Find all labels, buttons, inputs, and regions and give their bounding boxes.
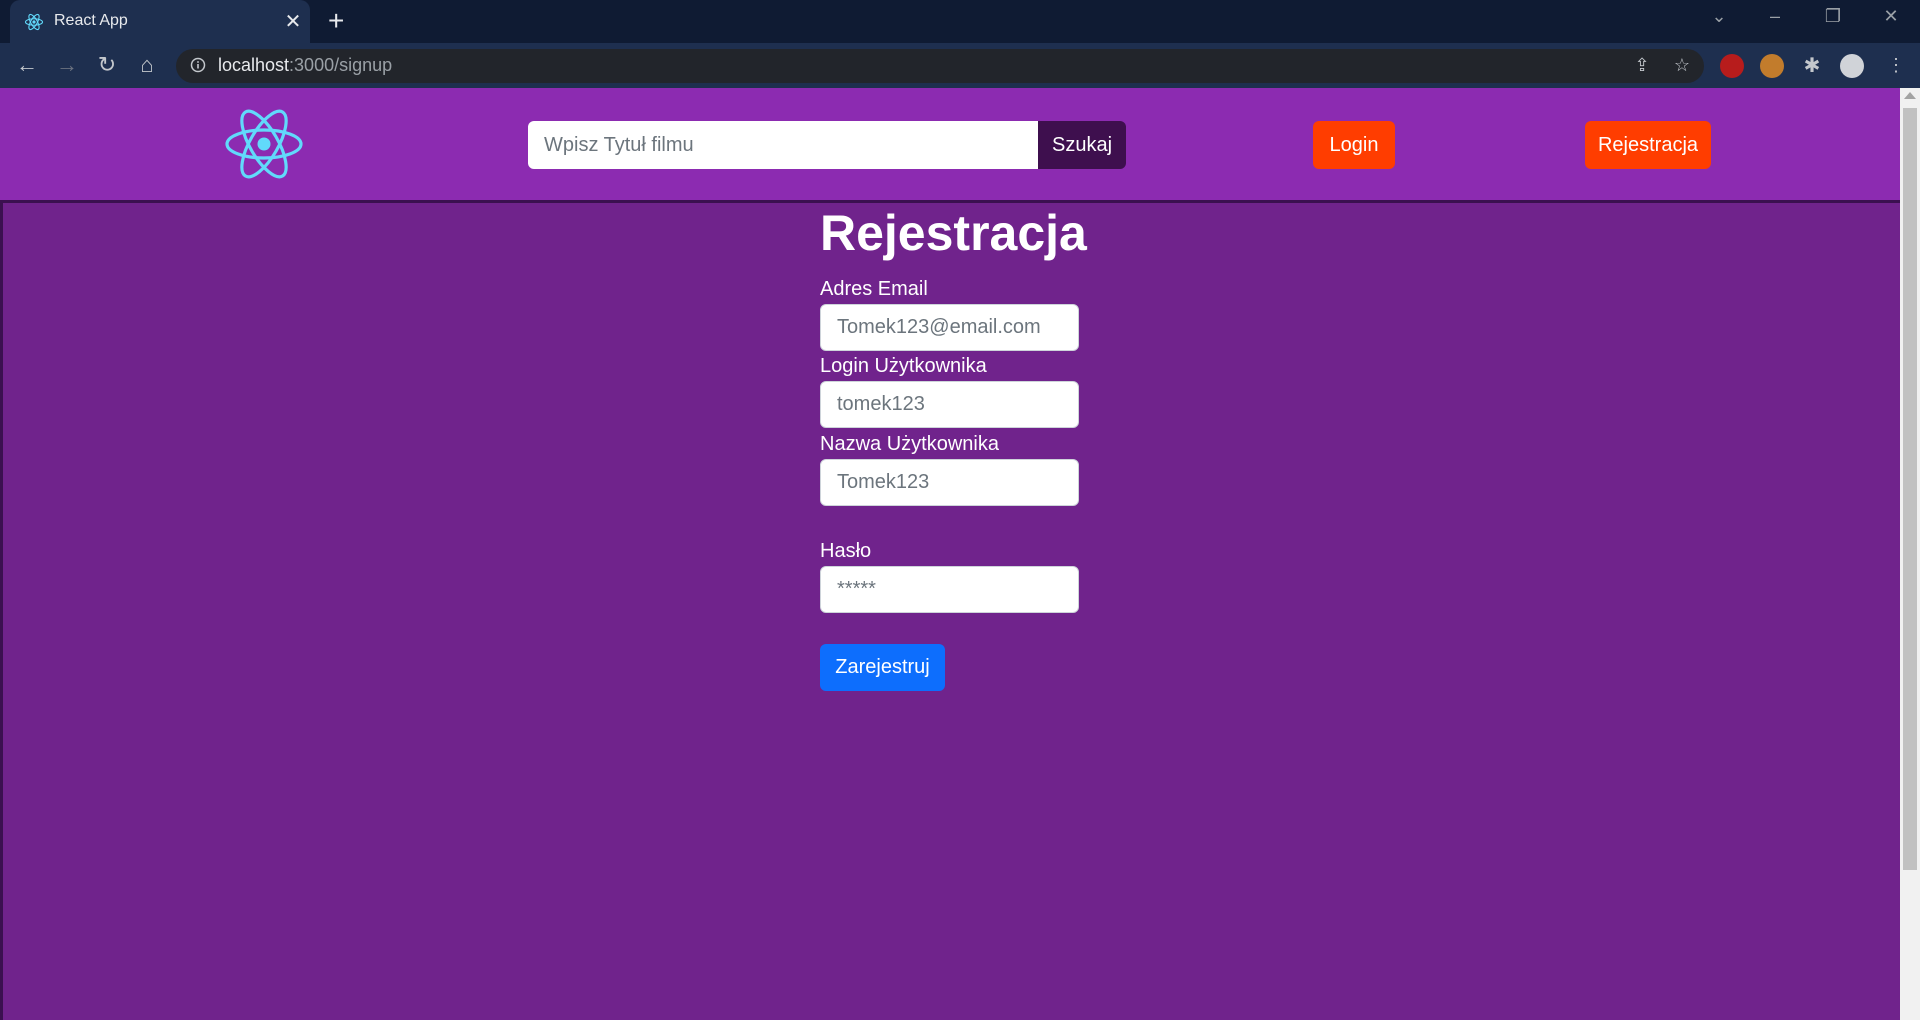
tab-search-icon[interactable]: ⌄ xyxy=(1704,6,1734,27)
password-label: Hasło xyxy=(820,540,872,562)
menu-icon[interactable]: ⋮ xyxy=(1884,55,1908,76)
ublock-extension-icon[interactable] xyxy=(1720,54,1744,78)
email-field[interactable] xyxy=(820,304,1079,351)
email-label: Adres Email xyxy=(820,278,928,300)
address-bar[interactable] xyxy=(176,49,1704,83)
star-icon[interactable]: ☆ xyxy=(1670,55,1694,76)
username-label: Nazwa Użytkownika xyxy=(820,433,999,455)
info-icon[interactable] xyxy=(190,57,206,73)
page-frame-border xyxy=(0,200,3,1020)
profile-icon[interactable] xyxy=(1840,54,1864,78)
forward-icon[interactable]: → xyxy=(52,52,82,78)
home-icon[interactable]: ⌂ xyxy=(132,52,162,78)
react-favicon-icon xyxy=(24,13,44,31)
password-field[interactable] xyxy=(820,566,1079,613)
tab-title: React App xyxy=(54,12,128,29)
page-title: Rejestracja xyxy=(820,205,1087,261)
login-label: Login Użytkownika xyxy=(820,355,987,377)
url-path: :3000/signup xyxy=(289,55,393,75)
url-host: localhost xyxy=(218,55,290,75)
react-logo-icon[interactable] xyxy=(224,108,304,180)
window-close-icon[interactable]: ✕ xyxy=(1876,6,1906,27)
scrollbar-thumb[interactable] xyxy=(1903,108,1917,870)
login-button[interactable]: Login xyxy=(1313,121,1395,169)
search-button[interactable]: Szukaj xyxy=(1038,121,1126,169)
new-tab-icon[interactable]: + xyxy=(328,5,344,37)
signup-button[interactable]: Rejestracja xyxy=(1585,121,1711,169)
register-submit-button[interactable]: Zarejestruj xyxy=(820,644,945,691)
cookie-extension-icon[interactable] xyxy=(1760,54,1784,78)
extensions-icon[interactable]: ✱ xyxy=(1800,53,1824,78)
reload-icon[interactable]: ↻ xyxy=(92,52,122,78)
username-field[interactable] xyxy=(820,459,1079,506)
scroll-up-arrow-icon[interactable] xyxy=(1904,92,1916,99)
url-text[interactable]: localhost:3000/signup xyxy=(218,55,392,76)
back-icon[interactable]: ← xyxy=(12,52,42,78)
login-field[interactable] xyxy=(820,381,1079,428)
minimize-icon[interactable]: – xyxy=(1760,6,1790,27)
header-divider xyxy=(0,200,1900,203)
restore-icon[interactable]: ❐ xyxy=(1818,6,1848,27)
share-icon[interactable]: ⇪ xyxy=(1630,55,1654,76)
close-tab-icon[interactable]: ✕ xyxy=(282,9,304,34)
movie-search-input[interactable] xyxy=(528,121,1038,169)
browser-tab[interactable]: React App ✕ xyxy=(10,0,310,43)
